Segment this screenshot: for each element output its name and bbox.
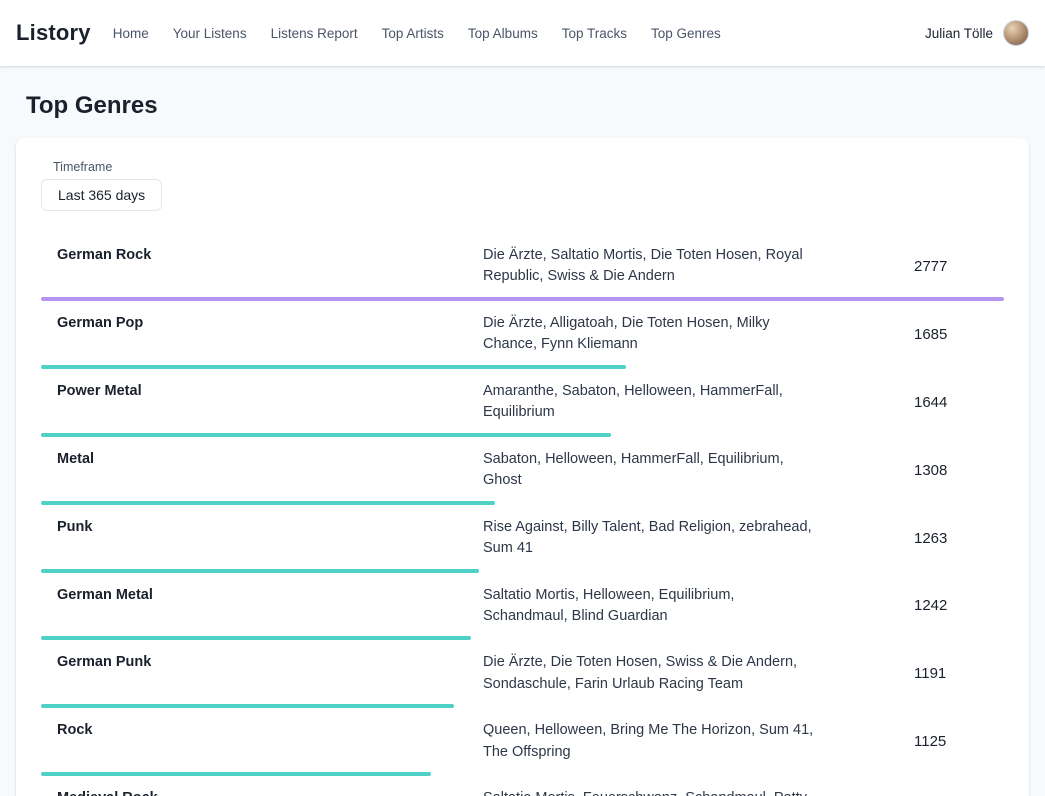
genre-count: 1685 <box>914 326 1004 343</box>
genre-row: Rock Queen, Helloween, Bring Me The Hori… <box>41 708 1004 776</box>
genre-name: Rock <box>41 720 467 738</box>
genre-count: 1644 <box>914 394 1004 411</box>
genre-artists: Die Ärzte, Saltatio Mortis, Die Toten Ho… <box>483 245 818 288</box>
page-title: Top Genres <box>0 92 1045 120</box>
genre-name: German Rock <box>41 245 467 263</box>
genre-name: Medieval Rock <box>41 788 467 796</box>
top-navigation: Listory Home Your Listens Listens Report… <box>0 0 1045 66</box>
timeframe-label: Timeframe <box>41 160 1004 174</box>
user-name[interactable]: Julian Tölle <box>925 26 993 41</box>
nav-item-top-genres[interactable]: Top Genres <box>651 26 721 41</box>
nav-user-area: Julian Tölle <box>925 20 1029 46</box>
genre-row: German Rock Die Ärzte, Saltatio Mortis, … <box>41 233 1004 301</box>
nav-item-top-tracks[interactable]: Top Tracks <box>562 26 627 41</box>
genre-count: 1191 <box>914 665 1004 682</box>
top-genres-card: Timeframe Last 365 days German Rock Die … <box>16 138 1029 796</box>
genre-artists: Amaranthe, Sabaton, Helloween, HammerFal… <box>483 381 818 424</box>
genre-name: Power Metal <box>41 381 467 399</box>
genre-count: 1242 <box>914 597 1004 614</box>
genre-row: German Punk Die Ärzte, Die Toten Hosen, … <box>41 640 1004 708</box>
genre-row: German Metal Saltatio Mortis, Helloween,… <box>41 573 1004 641</box>
nav-item-top-albums[interactable]: Top Albums <box>468 26 538 41</box>
genre-list: German Rock Die Ärzte, Saltatio Mortis, … <box>41 233 1004 796</box>
genre-count: 1125 <box>914 733 1004 750</box>
genre-artists: Die Ärzte, Alligatoah, Die Toten Hosen, … <box>483 313 818 356</box>
user-avatar[interactable] <box>1003 20 1029 46</box>
nav-item-your-listens[interactable]: Your Listens <box>173 26 247 41</box>
genre-name: German Metal <box>41 585 467 603</box>
genre-count: 1263 <box>914 530 1004 547</box>
timeframe-select[interactable]: Last 365 days <box>41 179 162 211</box>
genre-artists: Sabaton, Helloween, HammerFall, Equilibr… <box>483 449 818 492</box>
app-logo[interactable]: Listory <box>16 20 91 46</box>
genre-count: 1308 <box>914 462 1004 479</box>
genre-artists: Saltatio Mortis, Helloween, Equilibrium,… <box>483 585 818 628</box>
genre-row: Medieval Rock Saltatio Mortis, Feuerschw… <box>41 776 1004 796</box>
genre-row: Punk Rise Against, Billy Talent, Bad Rel… <box>41 505 1004 573</box>
genre-row: Power Metal Amaranthe, Sabaton, Hellowee… <box>41 369 1004 437</box>
genre-name: Punk <box>41 517 467 535</box>
genre-artists: Rise Against, Billy Talent, Bad Religion… <box>483 517 818 560</box>
genre-name: German Punk <box>41 652 467 670</box>
genre-name: Metal <box>41 449 467 467</box>
genre-artists: Saltatio Mortis, Feuerschwanz, Schandmau… <box>483 788 818 796</box>
nav-item-top-artists[interactable]: Top Artists <box>382 26 444 41</box>
genre-count: 2777 <box>914 258 1004 275</box>
genre-row: Metal Sabaton, Helloween, HammerFall, Eq… <box>41 437 1004 505</box>
nav-item-home[interactable]: Home <box>113 26 149 41</box>
nav-item-listens-report[interactable]: Listens Report <box>271 26 358 41</box>
genre-artists: Queen, Helloween, Bring Me The Horizon, … <box>483 720 818 763</box>
genre-artists: Die Ärzte, Die Toten Hosen, Swiss & Die … <box>483 652 818 695</box>
nav-links: Home Your Listens Listens Report Top Art… <box>113 26 721 41</box>
genre-row: German Pop Die Ärzte, Alligatoah, Die To… <box>41 301 1004 369</box>
genre-name: German Pop <box>41 313 467 331</box>
